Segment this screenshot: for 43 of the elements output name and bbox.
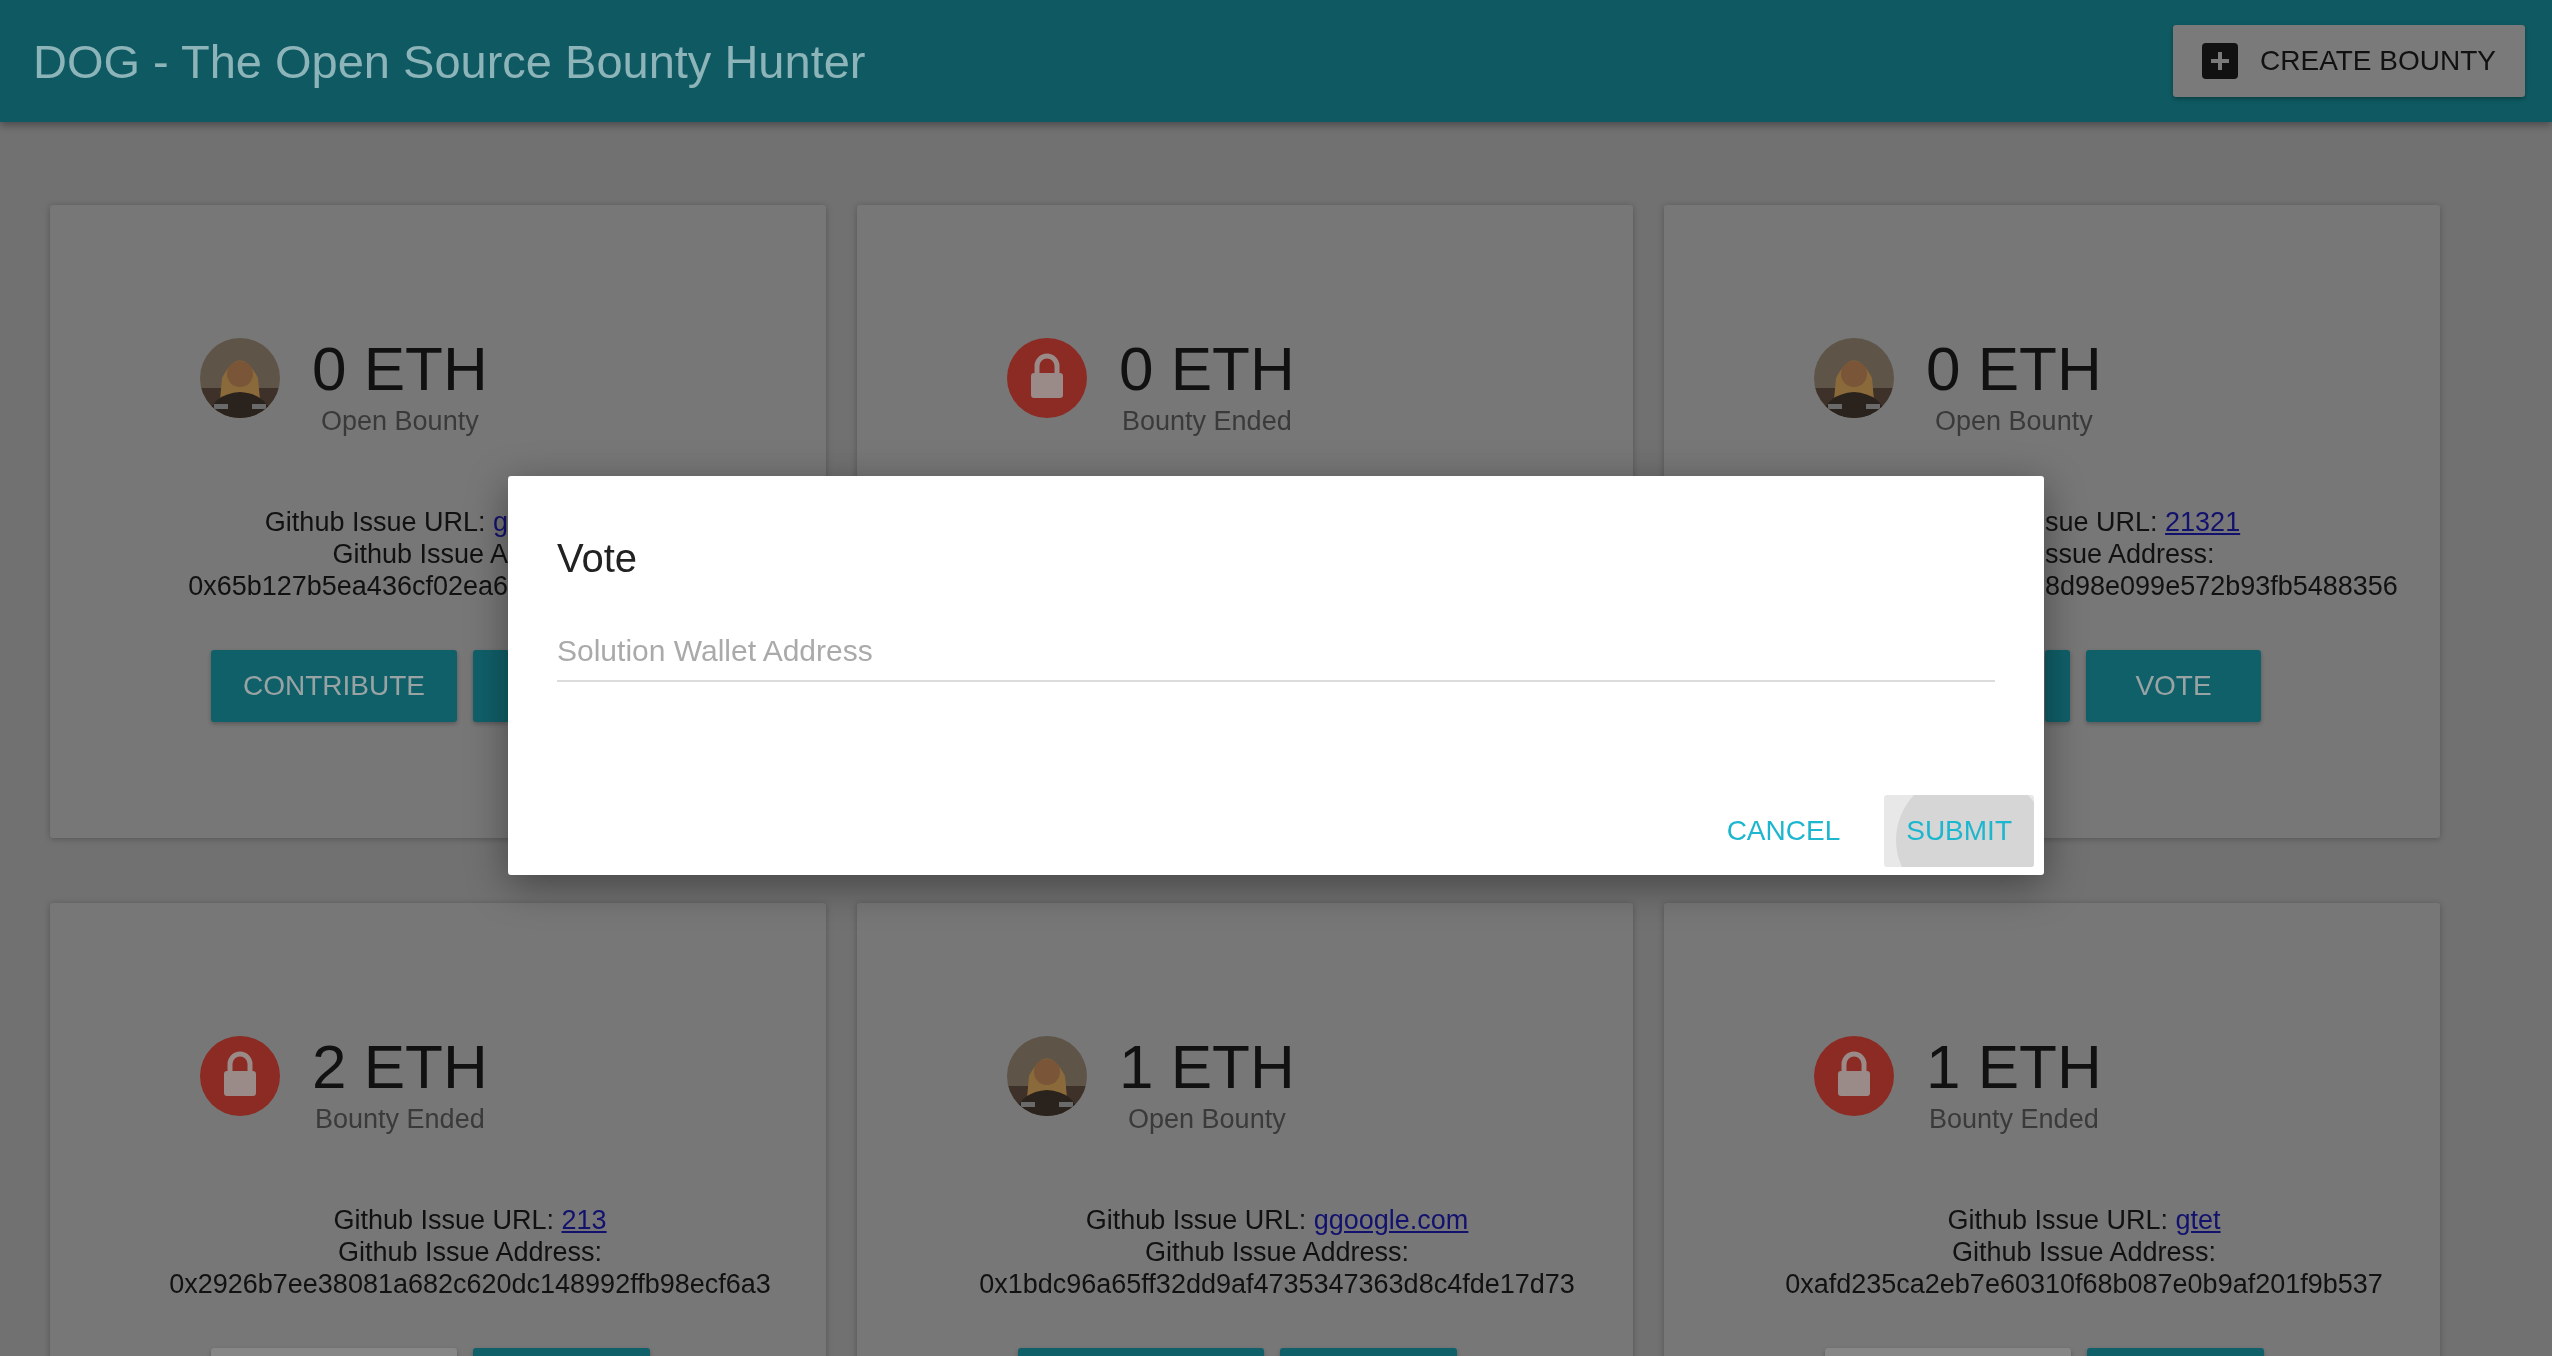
bounty-status: Open Bounty bbox=[1935, 406, 2093, 436]
action-button[interactable] bbox=[473, 650, 509, 722]
field-label: 0x65b127b5ea436cf02ea6 bbox=[188, 571, 508, 601]
field-label: Github Issue Address: bbox=[1951, 1237, 2217, 1267]
field-label: 0x1bdc96a65ff32dd9af4735347363d8c4fde17d73 bbox=[979, 1269, 1575, 1299]
field-label: Github Issue URL: bbox=[1947, 1205, 2170, 1235]
action-button[interactable]: VOTE bbox=[2086, 650, 2261, 722]
bounty-amount: 2 ETH bbox=[312, 1036, 488, 1098]
bounty-amount: 0 ETH bbox=[1926, 338, 2102, 400]
field-label: Github Issue URL: bbox=[264, 507, 487, 537]
field-label: 0xafd235ca2eb7e60310f68b087e0b9af201f9b537 bbox=[1785, 1269, 2383, 1299]
bounty-status: Bounty Ended bbox=[315, 1104, 485, 1134]
field-label: Github Issue Address: bbox=[337, 1237, 603, 1267]
issue-link[interactable]: 213 bbox=[561, 1205, 607, 1235]
lock-icon bbox=[1814, 1036, 1894, 1116]
bounty-amount: 1 ETH bbox=[1926, 1036, 2102, 1098]
issue-link[interactable]: gtet bbox=[2175, 1205, 2221, 1235]
field-label: Github Issue A bbox=[332, 539, 508, 569]
issue-link[interactable]: g bbox=[492, 507, 508, 537]
lock-icon bbox=[1007, 338, 1087, 418]
field-label: Github Issue URL: bbox=[1085, 1205, 1308, 1235]
bounty-amount: 1 ETH bbox=[1119, 1036, 1295, 1098]
field-label: ssue Address: bbox=[2045, 539, 2215, 569]
field-label: 0x2926b7ee38081a682c620dc148992ffb98ecf6a3 bbox=[169, 1269, 771, 1299]
field-label: sue URL: bbox=[2045, 507, 2159, 537]
issue-link[interactable]: 21321 bbox=[2165, 507, 2241, 537]
bounty-amount: 0 ETH bbox=[312, 338, 488, 400]
bounty-status: Bounty Ended bbox=[1929, 1104, 2099, 1134]
issue-link[interactable]: ggoogle.com bbox=[1313, 1205, 1469, 1235]
bounty-status: Bounty Ended bbox=[1122, 406, 1292, 436]
bounty-status: Open Bounty bbox=[321, 406, 479, 436]
bounty-status: Open Bounty bbox=[1128, 1104, 1286, 1134]
dialog-title: Vote bbox=[557, 538, 638, 578]
create-bounty-button[interactable]: CREATE BOUNTY bbox=[2173, 25, 2525, 97]
field-label: 8d98e099e572b93fb5488356 bbox=[2045, 571, 2398, 601]
lock-icon bbox=[200, 1036, 280, 1116]
action-button[interactable]: CONTRIBUTE bbox=[211, 650, 457, 722]
wallet-address-field[interactable]: Solution Wallet Address bbox=[557, 622, 1995, 682]
field-label: Github Issue URL: bbox=[333, 1205, 555, 1235]
add-icon bbox=[2202, 43, 2239, 79]
field-label: Github Issue Address: bbox=[1144, 1237, 1410, 1267]
bounty-amount: 0 ETH bbox=[1119, 338, 1295, 400]
dialog-button[interactable]: CANCEL bbox=[1704, 795, 1863, 867]
